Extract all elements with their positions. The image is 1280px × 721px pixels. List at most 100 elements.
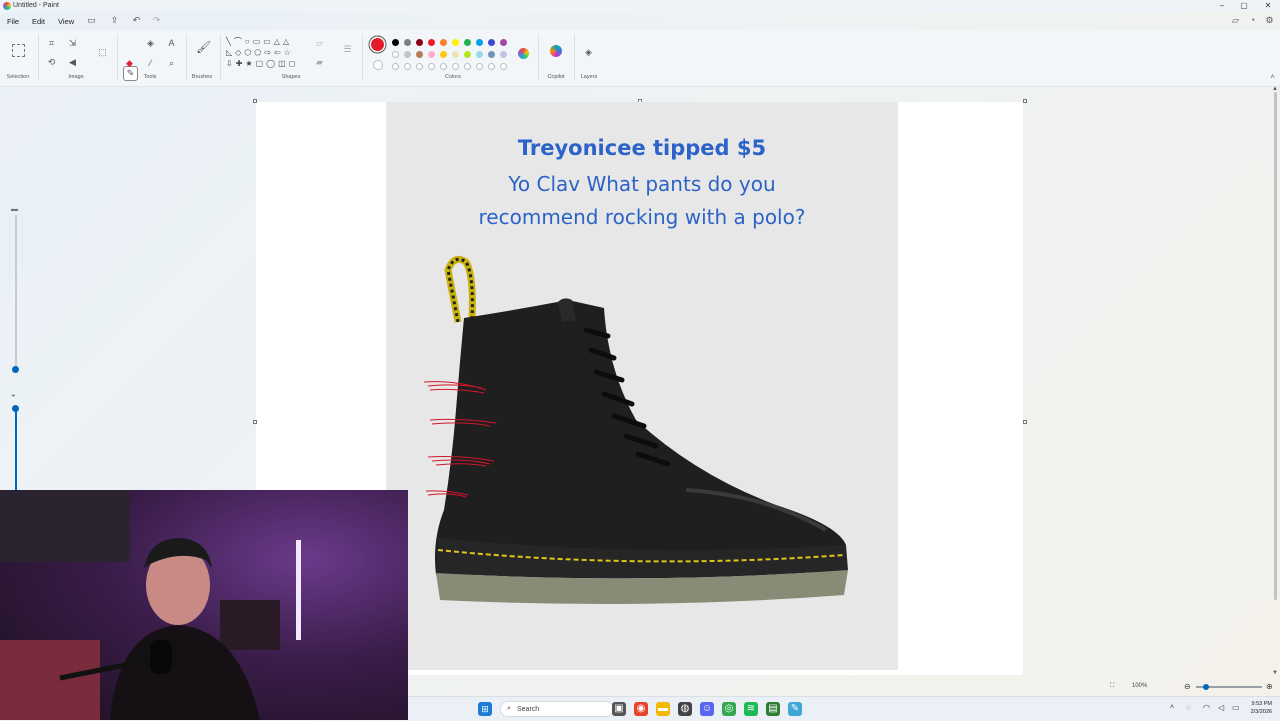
palette-color-swatch[interactable] <box>416 39 423 46</box>
custom-color-slot[interactable] <box>452 63 459 70</box>
custom-color-slot[interactable] <box>440 63 447 70</box>
custom-color-slot[interactable] <box>476 63 483 70</box>
fill-bucket-icon[interactable]: ◈ <box>145 38 156 49</box>
zoom-slider-knob[interactable] <box>1203 684 1209 690</box>
redo-icon[interactable]: ↷ <box>152 16 161 25</box>
active-color-swatch[interactable] <box>371 38 384 51</box>
shape-fill-icon[interactable]: ▰ <box>314 57 325 68</box>
task-view-icon[interactable]: ▣ <box>612 702 626 716</box>
custom-color-slot[interactable] <box>392 63 399 70</box>
file-explorer-icon[interactable]: ▬ <box>656 702 670 716</box>
brush-size-slider-knob[interactable] <box>12 366 19 373</box>
brush-icon[interactable]: 🖌 <box>196 41 211 53</box>
palette-color-swatch[interactable] <box>464 51 471 58</box>
clock-time[interactable]: 9:53 PM <box>1244 701 1272 707</box>
custom-color-slot[interactable] <box>404 63 411 70</box>
palette-color-swatch[interactable] <box>392 39 399 46</box>
obs-icon[interactable]: ◍ <box>678 702 692 716</box>
scroll-down-arrow-icon[interactable]: ▼ <box>1272 670 1278 676</box>
palette-color-swatch[interactable] <box>428 51 435 58</box>
text-tool-icon[interactable]: A <box>166 38 177 49</box>
copilot-icon[interactable] <box>550 45 562 57</box>
discord-icon[interactable]: ☺ <box>700 702 714 716</box>
palette-color-swatch[interactable] <box>452 51 459 58</box>
minimize-button[interactable]: ‒ <box>1212 1 1232 10</box>
chrome-profile-icon[interactable]: ◎ <box>722 702 736 716</box>
start-windows-icon[interactable]: ⊞ <box>478 702 492 716</box>
magnifier-icon[interactable]: ⌕ <box>166 58 177 69</box>
color-picker-icon[interactable]: ⁄ <box>145 58 156 69</box>
volume-icon[interactable]: ◁ <box>1218 703 1224 712</box>
zoom-level-select[interactable]: 100% <box>1132 683 1147 689</box>
share-icon[interactable]: ⇪ <box>110 16 119 25</box>
menu-view[interactable]: View <box>58 17 74 26</box>
shape-size-icon[interactable]: ☰ <box>342 44 353 55</box>
undo-icon[interactable]: ↶ <box>132 16 141 25</box>
palette-color-swatch[interactable] <box>476 51 483 58</box>
palette-color-swatch[interactable] <box>416 51 423 58</box>
palette-color-swatch[interactable] <box>404 39 411 46</box>
opacity-slider-track[interactable] <box>15 410 17 490</box>
palette-color-swatch[interactable] <box>392 51 399 58</box>
palette-color-swatch[interactable] <box>452 39 459 46</box>
scroll-up-arrow-icon[interactable]: ▲ <box>1272 86 1278 92</box>
shapes-gallery[interactable]: ╲⌒○▭▭△△ ◺◇⬡⬠⇨⇦☆ ⇩✚★▢◯◫◻ <box>226 36 306 72</box>
palette-color-swatch[interactable] <box>488 39 495 46</box>
feedback-icon[interactable]: ▱ <box>1231 16 1240 25</box>
zoom-out-icon[interactable]: ⊖ <box>1184 682 1191 691</box>
palette-color-swatch[interactable] <box>500 51 507 58</box>
menu-edit[interactable]: Edit <box>32 17 45 26</box>
settings-gear-icon[interactable]: ⚙ <box>1265 16 1274 25</box>
tray-overflow-icon[interactable]: ˄ <box>1170 704 1174 711</box>
canvas-resize-handle[interactable] <box>253 99 257 103</box>
tip-question-line-1: Yo Clav What pants do you <box>508 172 776 196</box>
network-icon[interactable]: ◌ <box>1186 703 1191 712</box>
canvas-resize-handle[interactable] <box>253 420 257 424</box>
palette-color-swatch[interactable] <box>476 39 483 46</box>
rotate-icon[interactable]: ⟲ <box>46 57 57 68</box>
secondary-color-swatch[interactable] <box>373 60 383 70</box>
opacity-slider-knob[interactable] <box>12 405 19 412</box>
resize-icon[interactable]: ⇲ <box>67 38 78 49</box>
crop-icon[interactable]: ⌗ <box>46 38 57 49</box>
zoom-in-icon[interactable]: ⊕ <box>1266 682 1273 691</box>
custom-color-slot[interactable] <box>464 63 471 70</box>
vertical-scrollbar[interactable] <box>1274 92 1277 600</box>
custom-color-slot[interactable] <box>428 63 435 70</box>
image-select-icon[interactable]: ⬚ <box>97 47 108 58</box>
flip-icon[interactable]: ◀ <box>67 57 78 68</box>
save-icon[interactable]: ▭ <box>87 16 96 25</box>
palette-color-swatch[interactable] <box>440 51 447 58</box>
palette-color-swatch[interactable] <box>488 51 495 58</box>
eraser-icon[interactable]: ◆ <box>124 58 135 69</box>
brush-size-slider-track[interactable] <box>15 215 17 370</box>
paint-taskbar-icon[interactable]: ✎ <box>788 702 802 716</box>
wifi-icon[interactable]: ◠ <box>1203 703 1210 712</box>
selection-rectangle-icon[interactable] <box>12 44 25 57</box>
profile-icon[interactable]: ◔ <box>1248 16 1257 25</box>
layers-icon[interactable]: ◈ <box>583 47 594 58</box>
taskbar-search-box[interactable]: ⌕ Search <box>500 701 614 717</box>
canvas-resize-handle[interactable] <box>1023 99 1027 103</box>
maximize-button[interactable]: ▢ <box>1234 1 1254 10</box>
close-button[interactable]: ✕ <box>1258 1 1278 10</box>
palette-color-swatch[interactable] <box>464 39 471 46</box>
custom-color-slot[interactable] <box>500 63 507 70</box>
edit-colors-icon[interactable] <box>518 48 529 59</box>
canvas-resize-handle[interactable] <box>1023 420 1027 424</box>
chrome-icon[interactable]: ◉ <box>634 702 648 716</box>
palette-color-swatch[interactable] <box>404 51 411 58</box>
spotify-icon[interactable]: ≋ <box>744 702 758 716</box>
battery-icon[interactable]: ▭ <box>1232 703 1240 712</box>
clock-date[interactable]: 2/3/2026 <box>1244 709 1272 715</box>
custom-color-slot[interactable] <box>416 63 423 70</box>
fit-to-window-icon[interactable]: ⛶ <box>1110 683 1114 690</box>
collapse-ribbon-icon[interactable]: ˄ <box>1267 72 1278 83</box>
custom-color-slot[interactable] <box>488 63 495 70</box>
menu-file[interactable]: File <box>7 17 19 26</box>
palette-color-swatch[interactable] <box>440 39 447 46</box>
palette-color-swatch[interactable] <box>428 39 435 46</box>
notepad-icon[interactable]: ▤ <box>766 702 780 716</box>
shape-outline-icon[interactable]: ▱ <box>314 38 325 49</box>
palette-color-swatch[interactable] <box>500 39 507 46</box>
